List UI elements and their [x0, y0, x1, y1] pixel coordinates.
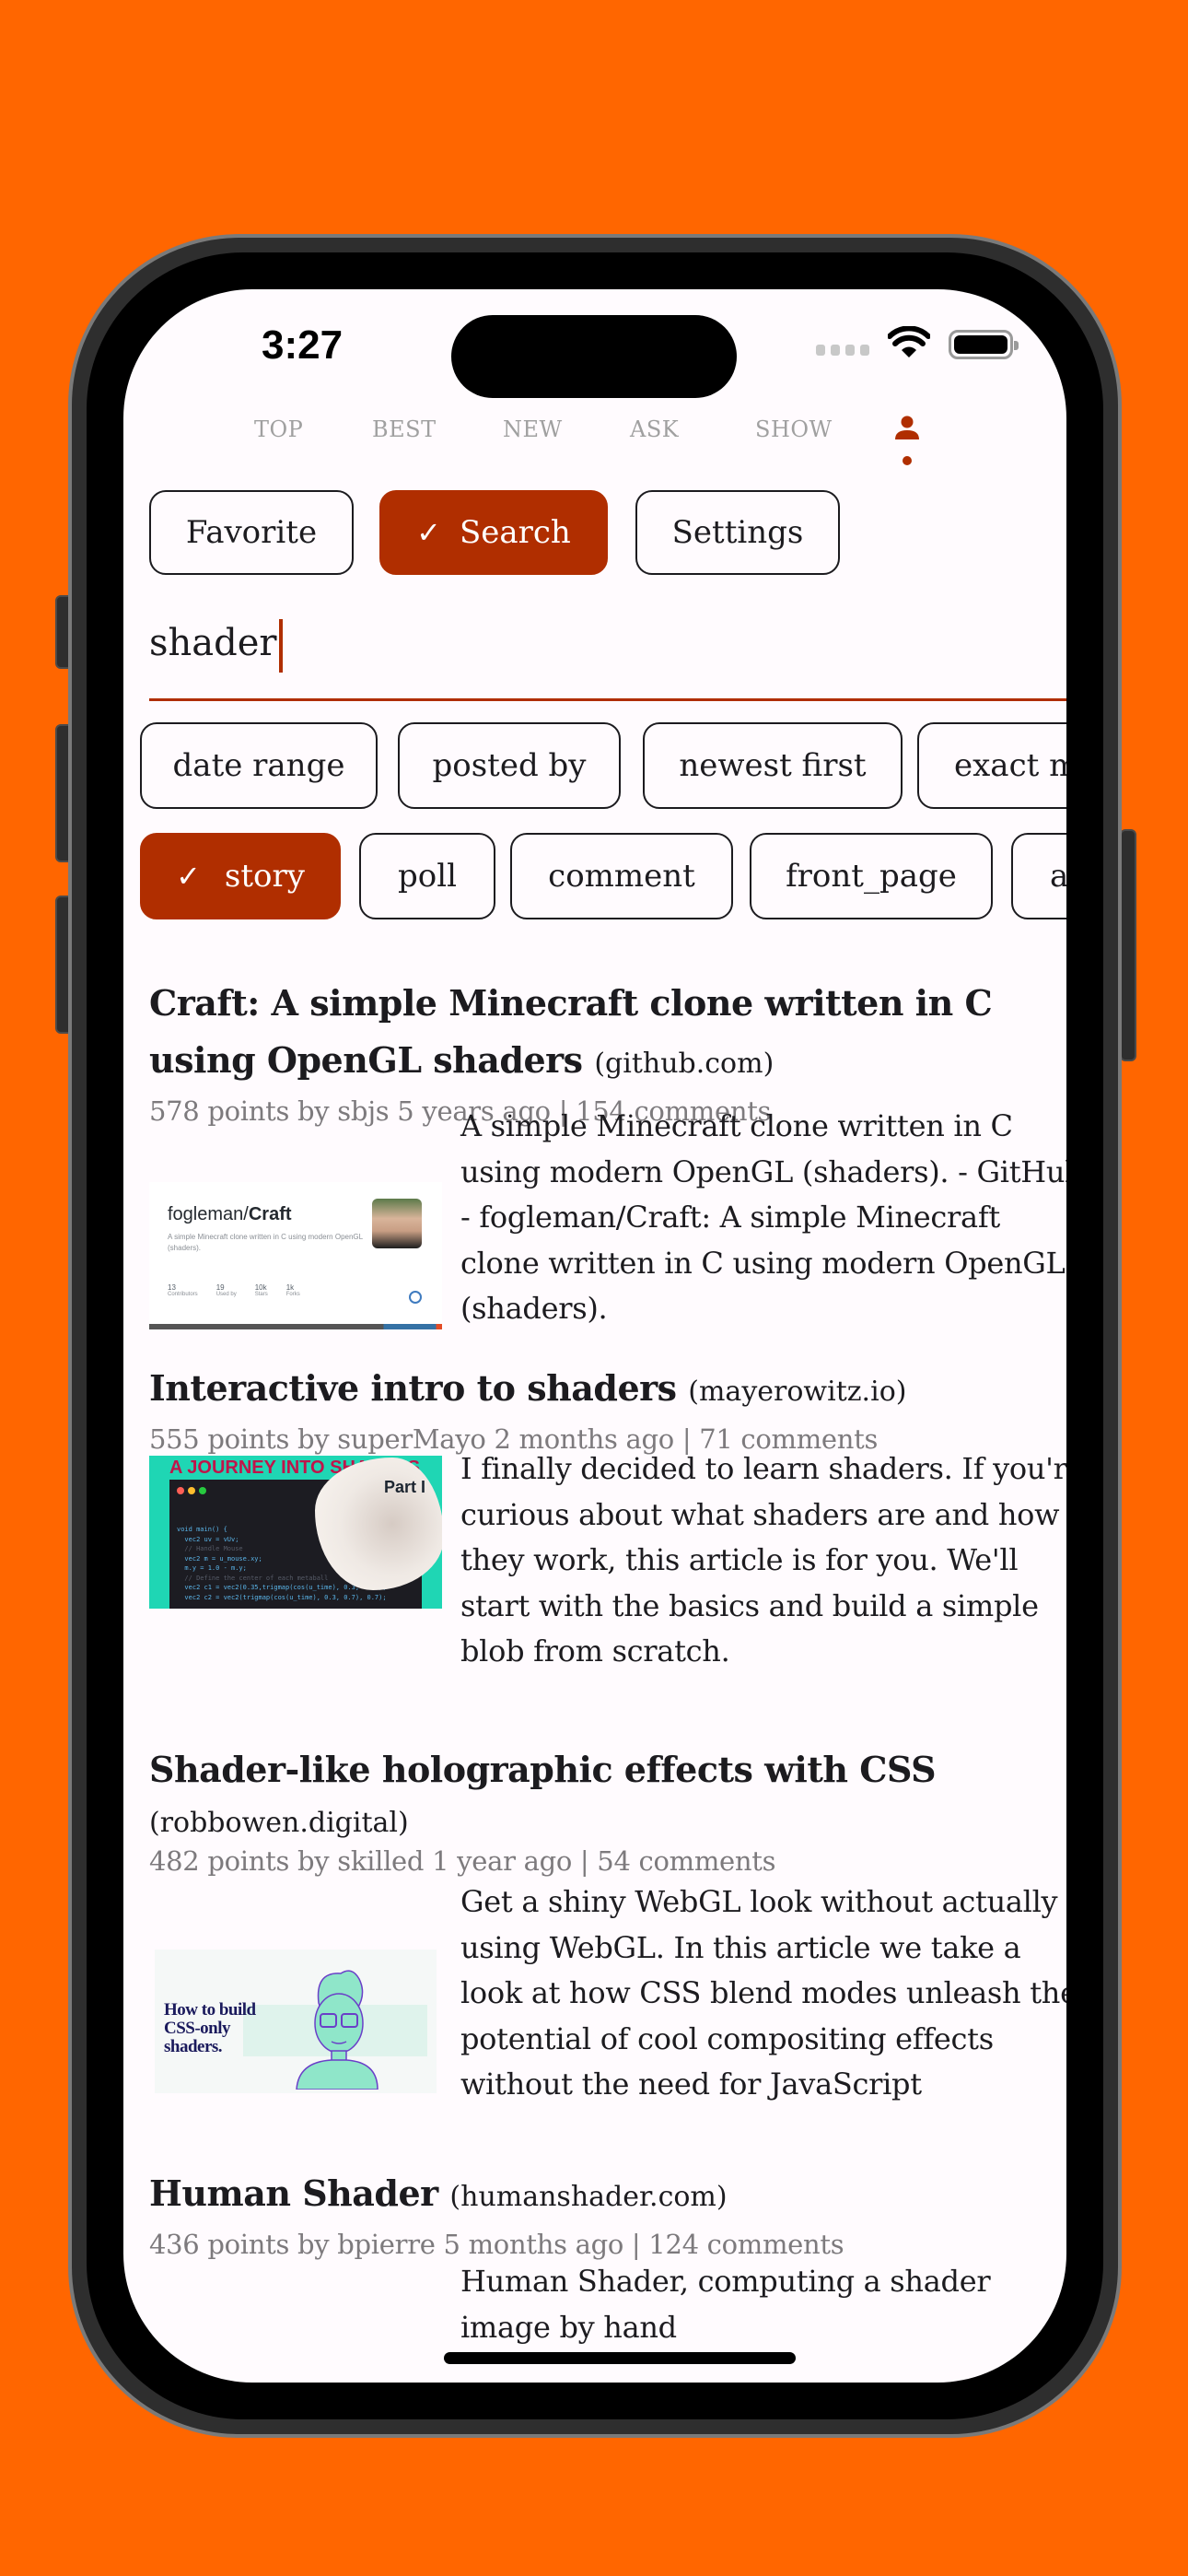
story-meta: 482 points by skilled 1 year ago | 54 co… — [149, 1845, 776, 1877]
thumb-subheading: Part I — [383, 1478, 425, 1496]
favorite-button[interactable]: Favorite — [149, 490, 354, 575]
story-description: Human Shader, computing a shader image b… — [460, 2264, 991, 2345]
close-dot-icon — [177, 1487, 184, 1494]
tab-new[interactable]: NEW — [503, 416, 563, 442]
tab-best[interactable]: BEST — [372, 416, 437, 442]
check-icon: ✓ — [416, 515, 441, 550]
story-description: I finally decided to learn shaders. If y… — [460, 1451, 1066, 1669]
story-domain: (github.com) — [594, 1048, 775, 1080]
tab-ask[interactable]: ASK — [630, 416, 679, 442]
check-icon: ✓ — [176, 859, 201, 894]
chip-label: posted by — [432, 747, 587, 784]
chip-label: front_page — [786, 858, 957, 895]
settings-label: Settings — [671, 514, 804, 551]
battery-icon — [949, 330, 1019, 359]
repo-stats: 13 Contributors 19 Used by 10k Stars 1k Fork… — [168, 1283, 300, 1297]
story-description: A simple Minecraft clone written in C us… — [460, 1108, 1066, 1326]
story-title[interactable]: Human Shader (humanshader.com) — [149, 2165, 1066, 2226]
chip-comment[interactable]: comment — [510, 833, 733, 919]
story-item[interactable]: Shader-like holographic effects with CSS… — [149, 1745, 1066, 2102]
search-input[interactable]: shader — [149, 593, 1066, 701]
search-value: shader — [149, 622, 277, 664]
chip-date-range[interactable]: date range — [140, 722, 378, 809]
chip-posted-by[interactable]: posted by — [398, 722, 621, 809]
tag-chip-row[interactable]: ✓ story poll comment front_page ask — [123, 833, 1066, 921]
chip-story[interactable]: ✓ story — [140, 833, 341, 919]
story-domain: (robbowen.digital) — [149, 1807, 409, 1839]
chip-front-page[interactable]: front_page — [750, 833, 993, 919]
story-description: Get a shiny WebGL look without actually … — [460, 1884, 1066, 2102]
phone-bezel: 3:27 TOP BEST NEW ASK SHOW Favorite ✓ Se… — [87, 252, 1103, 2419]
chip-label: comment — [548, 858, 695, 895]
top-navigation: TOP BEST NEW ASK SHOW — [123, 407, 1066, 472]
minimize-dot-icon — [188, 1487, 195, 1494]
chip-label: date range — [172, 747, 345, 784]
status-time: 3:27 — [262, 322, 344, 368]
story-title[interactable]: Interactive intro to shaders (mayerowitz… — [149, 1360, 1066, 1421]
chip-poll[interactable]: poll — [359, 833, 495, 919]
illustrated-avatar — [296, 1970, 379, 2090]
story-domain: (humanshader.com) — [449, 2181, 728, 2213]
thumb-heading: How to build CSS-only shaders. — [164, 2000, 256, 2056]
repo-description: A simple Minecraft clone written in C us… — [168, 1233, 363, 1252]
search-label: Search — [459, 514, 571, 551]
story-thumbnail: fogleman/Craft A simple Minecraft clone … — [149, 1182, 442, 1329]
text-caret — [278, 619, 283, 673]
settings-button[interactable]: Settings — [635, 490, 840, 575]
chip-label: newest first — [679, 747, 867, 784]
story-item[interactable]: Human Shader (humanshader.com) 436 point… — [149, 2165, 1066, 2345]
chip-label: exact mat — [954, 747, 1066, 784]
story-thumbnail: A JOURNEY INTO SHADERS void main() { vec… — [149, 1456, 442, 1609]
repo-stat: 10k Stars — [254, 1283, 268, 1297]
filter-chip-row[interactable]: date range posted by newest first exact … — [123, 722, 1066, 811]
chip-exact-match[interactable]: exact mat — [917, 722, 1066, 809]
home-indicator[interactable] — [444, 2352, 796, 2364]
tab-top[interactable]: TOP — [254, 416, 303, 442]
screen: 3:27 TOP BEST NEW ASK SHOW Favorite ✓ Se… — [123, 289, 1066, 2383]
chip-label: story — [224, 858, 305, 895]
power-button[interactable] — [1120, 829, 1136, 1061]
story-meta: 436 points by bpierre 5 months ago | 124… — [149, 2229, 844, 2260]
chip-ask[interactable]: ask — [1011, 833, 1066, 919]
story-domain: (mayerowitz.io) — [688, 1376, 907, 1408]
phone-frame: 3:27 TOP BEST NEW ASK SHOW Favorite ✓ Se… — [68, 234, 1122, 2438]
chip-newest-first[interactable]: newest first — [643, 722, 903, 809]
favorite-label: Favorite — [185, 514, 318, 551]
language-bar — [149, 1324, 442, 1329]
repo-name: Craft — [248, 1204, 292, 1224]
story-title[interactable]: Shader-like holographic effects with CSS… — [149, 1745, 1066, 1848]
search-button[interactable]: ✓ Search — [379, 490, 608, 575]
chip-label: ask — [1050, 858, 1066, 895]
wifi-icon — [888, 326, 930, 357]
repo-stat: 19 Used by — [215, 1283, 237, 1297]
dynamic-island — [451, 315, 737, 398]
maximize-dot-icon — [199, 1487, 206, 1494]
story-thumbnail: How to build CSS-only shaders. — [155, 1950, 437, 2093]
github-icon — [409, 1291, 422, 1304]
repo-owner: fogleman/ — [168, 1204, 249, 1224]
avatar — [372, 1199, 422, 1248]
active-indicator-dot — [903, 456, 912, 465]
tab-show[interactable]: SHOW — [755, 416, 833, 442]
chip-label: poll — [398, 858, 457, 895]
person-icon[interactable] — [893, 415, 921, 470]
story-item[interactable]: Interactive intro to shaders (mayerowitz… — [149, 1360, 1066, 1669]
story-item[interactable]: Craft: A simple Minecraft clone written … — [149, 975, 1066, 1329]
repo-stat: 1k Forks — [285, 1283, 300, 1297]
repo-stat: 13 Contributors — [168, 1283, 198, 1297]
cellular-signal-icon — [816, 345, 869, 356]
story-title[interactable]: Craft: A simple Minecraft clone written … — [149, 975, 1066, 1093]
